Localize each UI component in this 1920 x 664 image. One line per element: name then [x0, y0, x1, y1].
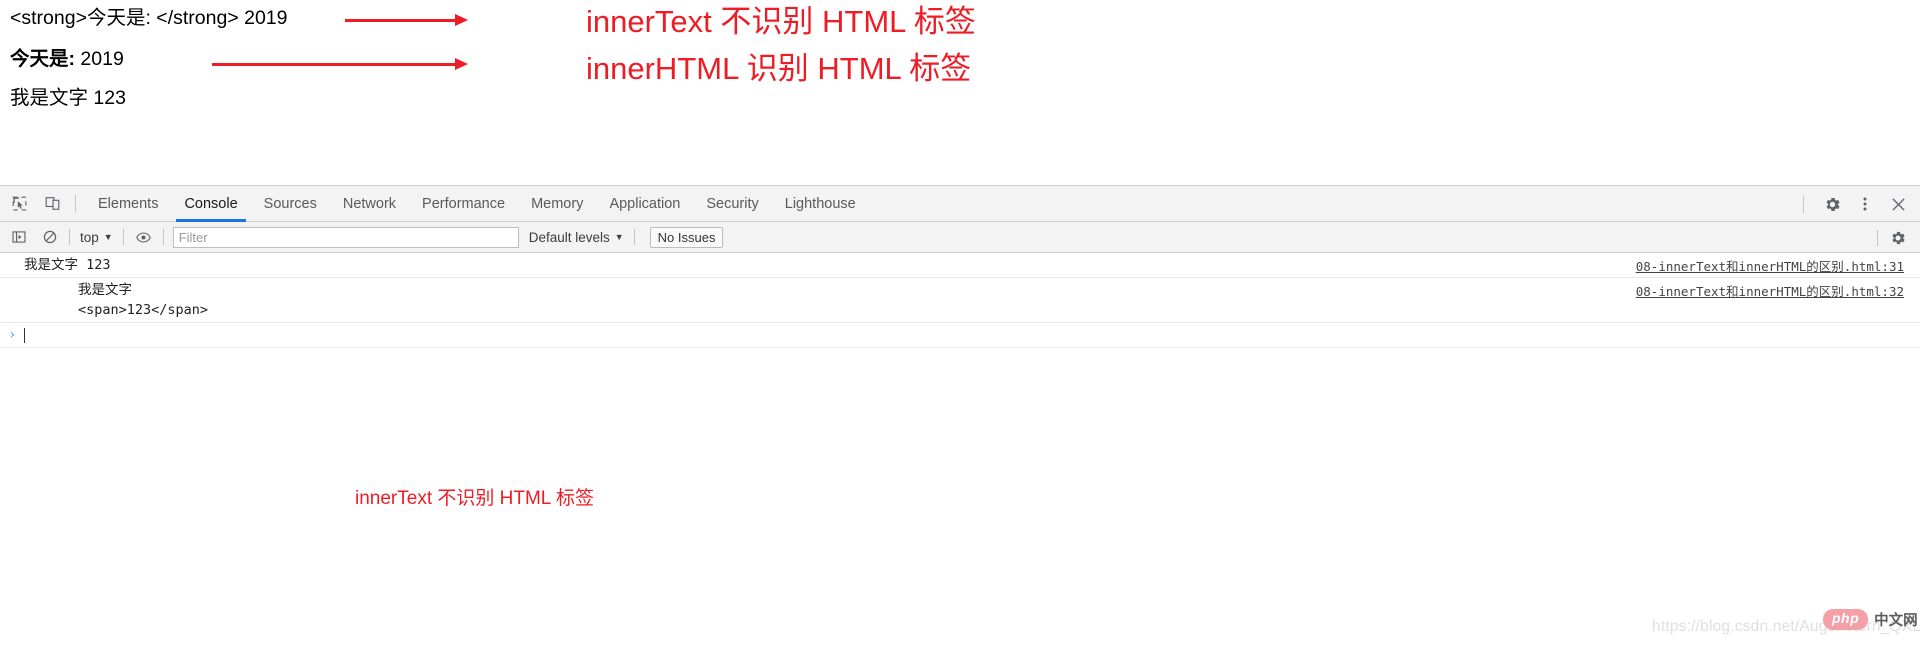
- kebab-menu-icon[interactable]: [1851, 190, 1879, 218]
- page-line-innerhtml-output: 今天是: 2019: [10, 48, 124, 70]
- devtools-panel: Elements Console Sources Network Perform…: [0, 185, 1920, 664]
- execution-context-label: top: [80, 229, 99, 245]
- clear-console-icon[interactable]: [37, 225, 62, 250]
- tab-network[interactable]: Network: [330, 186, 409, 222]
- text-cursor: [24, 327, 26, 343]
- tab-application[interactable]: Application: [596, 186, 693, 222]
- toolbar-divider: [75, 195, 76, 212]
- console-message-row[interactable]: 我是文字 123 08-innerText和innerHTML的区别.html:…: [0, 253, 1920, 278]
- prompt-arrow-icon: ›: [8, 327, 17, 343]
- filterbar-divider: [162, 229, 164, 245]
- arrow-shaft: [345, 19, 458, 22]
- arrow-shaft: [212, 63, 458, 66]
- tab-console[interactable]: Console: [171, 186, 250, 222]
- page-line-plain-text: 我是文字 123: [10, 87, 126, 109]
- annotation-label-innertext: innerText 不识别 HTML 标签: [586, 4, 976, 39]
- chevron-down-icon: ▼: [103, 231, 113, 242]
- close-icon[interactable]: [1884, 190, 1912, 218]
- tab-memory[interactable]: Memory: [518, 186, 596, 222]
- tab-elements[interactable]: Elements: [85, 186, 171, 222]
- tab-sources[interactable]: Sources: [251, 186, 330, 222]
- filterbar-divider: [633, 229, 635, 245]
- toolbar-divider: [1803, 195, 1804, 213]
- console-sidebar-icon[interactable]: [6, 225, 31, 250]
- gear-icon[interactable]: [1885, 225, 1910, 250]
- filter-input[interactable]: [172, 226, 519, 248]
- console-message-list[interactable]: 我是文字 123 08-innerText和innerHTML的区别.html:…: [0, 253, 1920, 663]
- log-levels-label: Default levels: [528, 229, 610, 245]
- annotation-arrow-innertext: [345, 13, 470, 27]
- chevron-down-icon: ▼: [614, 232, 624, 242]
- watermark-logo: php 中文网: [1823, 609, 1918, 630]
- console-prompt-row[interactable]: ›: [0, 323, 1920, 348]
- console-source-link[interactable]: 08-innerText和innerHTML的区别.html:32: [1636, 281, 1904, 300]
- annotation-label-innerhtml: innerHTML 识别 HTML 标签: [586, 51, 972, 86]
- php-logo-text: 中文网: [1874, 613, 1918, 629]
- log-levels-select[interactable]: Default levels ▼: [529, 230, 624, 245]
- devtools-tab-list: Elements Console Sources Network Perform…: [85, 186, 869, 222]
- php-logo-badge: php: [1823, 609, 1869, 630]
- console-message-row[interactable]: 我是文字 <span>123</span> 08-innerText和inner…: [0, 278, 1920, 323]
- issues-button[interactable]: No Issues: [649, 226, 724, 248]
- tab-lighthouse[interactable]: Lighthouse: [772, 186, 869, 222]
- browser-page-content: <strong>今天是: </strong> 2019 今天是: 2019 我是…: [0, 0, 1920, 185]
- bold-date-label: 今天是:: [10, 48, 75, 70]
- eye-icon[interactable]: [131, 225, 156, 250]
- date-value: 2019: [75, 48, 124, 70]
- tab-performance[interactable]: Performance: [409, 186, 518, 222]
- filterbar-divider: [122, 229, 124, 245]
- console-message-text: 我是文字 123: [24, 257, 111, 273]
- device-toolbar-icon[interactable]: [38, 190, 66, 218]
- arrow-head: [455, 58, 468, 70]
- devtools-tabbar: Elements Console Sources Network Perform…: [0, 186, 1920, 222]
- filterbar-divider: [69, 229, 70, 245]
- page-line-innertext-output: <strong>今天是: </strong> 2019: [10, 7, 288, 29]
- annotation-label-console: innerText 不识别 HTML 标签: [355, 488, 594, 509]
- tab-security[interactable]: Security: [693, 186, 771, 222]
- console-message-text: 我是文字 <span>123</span>: [78, 282, 209, 318]
- filterbar-actions: [1870, 222, 1920, 253]
- console-filter-bar: top ▼ Default levels ▼ No Issues: [0, 222, 1920, 253]
- filterbar-divider: [1877, 229, 1878, 246]
- devtools-tabbar-actions: [1794, 186, 1920, 222]
- gear-icon[interactable]: [1818, 190, 1846, 218]
- execution-context-select[interactable]: top ▼: [77, 230, 116, 245]
- annotation-arrow-innerhtml: [212, 57, 470, 71]
- arrow-head: [455, 14, 468, 26]
- inspect-element-icon[interactable]: [5, 190, 33, 218]
- console-source-link[interactable]: 08-innerText和innerHTML的区别.html:31: [1636, 256, 1904, 275]
